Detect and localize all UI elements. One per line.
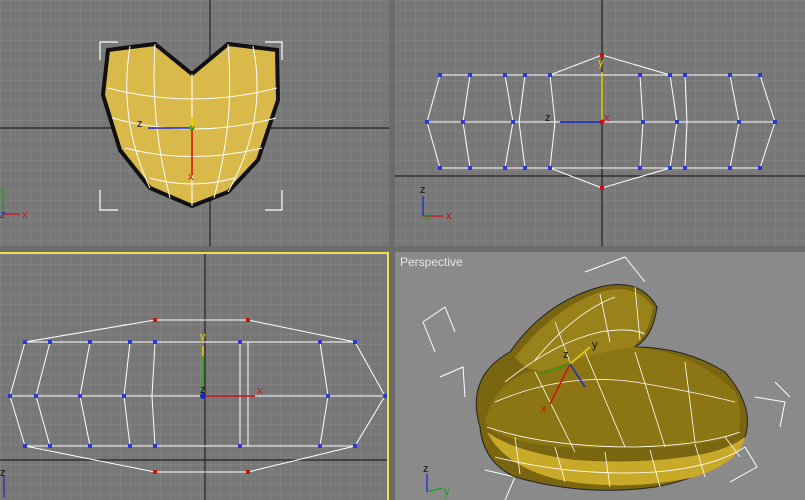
front-grid: y z x z y x bbox=[395, 0, 805, 246]
left-grid: y z x z bbox=[0, 254, 387, 500]
perspective-viewport-label: Perspective bbox=[400, 255, 463, 269]
svg-text:y: y bbox=[425, 210, 431, 222]
svg-text:y: y bbox=[444, 486, 450, 498]
svg-text:x: x bbox=[188, 171, 194, 183]
svg-text:z: z bbox=[200, 384, 206, 396]
svg-text:x: x bbox=[604, 112, 610, 124]
svg-text:x: x bbox=[257, 385, 263, 397]
svg-text:z: z bbox=[563, 349, 569, 361]
left-viewport[interactable]: y z x z bbox=[0, 252, 389, 500]
svg-text:y: y bbox=[0, 184, 6, 196]
svg-text:z: z bbox=[545, 112, 551, 124]
top-viewport[interactable]: z x y y x z bbox=[0, 0, 389, 246]
svg-text:x: x bbox=[541, 403, 547, 415]
svg-text:z: z bbox=[0, 209, 6, 221]
perspective-viewport[interactable]: y z x z y Perspective bbox=[395, 252, 805, 500]
svg-text:y: y bbox=[190, 117, 196, 129]
svg-text:z: z bbox=[137, 118, 143, 130]
svg-text:z: z bbox=[423, 463, 429, 475]
svg-text:x: x bbox=[22, 209, 28, 221]
svg-text:y: y bbox=[598, 57, 604, 69]
top-grid: z x y y x z bbox=[0, 0, 389, 246]
svg-text:x: x bbox=[446, 210, 452, 222]
svg-text:z: z bbox=[0, 467, 6, 479]
svg-text:y: y bbox=[200, 331, 206, 343]
front-viewport[interactable]: y z x z y x bbox=[395, 0, 805, 246]
perspective-scene: y z x z y bbox=[395, 252, 805, 500]
svg-text:z: z bbox=[420, 184, 426, 196]
svg-text:y: y bbox=[592, 339, 598, 351]
